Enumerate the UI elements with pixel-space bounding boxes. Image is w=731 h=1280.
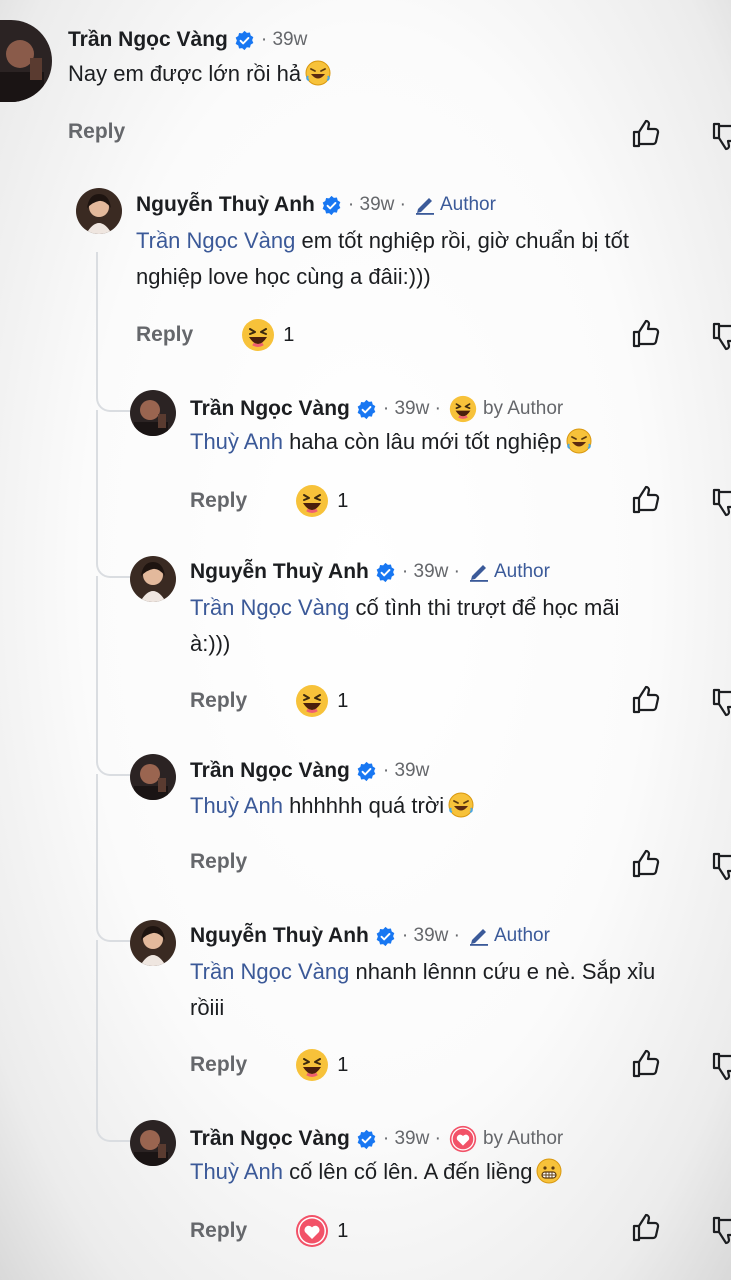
comment-text: Nay em được lớn rồi hả — [68, 61, 302, 86]
pencil-icon — [415, 198, 434, 215]
comment-author[interactable]: Trần Ngọc Vàng — [190, 1127, 350, 1151]
reacted-by-author: by Author — [449, 395, 563, 423]
thumbs-down-icon[interactable] — [710, 1050, 731, 1082]
avatar[interactable] — [130, 754, 176, 800]
comment-text: em tốt nghiệp rồi, giờ chuẩn bị tốt — [295, 228, 630, 253]
thumbs-up-icon[interactable] — [630, 848, 662, 880]
thumbs-up-icon[interactable] — [630, 118, 662, 150]
verified-badge-icon — [234, 30, 255, 51]
reaction-summary[interactable]: 1 — [295, 1214, 348, 1248]
haha-reaction-icon — [296, 485, 329, 517]
thread-line-reply-1 — [96, 252, 130, 412]
avatar[interactable] — [130, 556, 176, 602]
thumbs-up-icon[interactable] — [630, 484, 662, 516]
thumbs-up-icon[interactable] — [630, 318, 662, 350]
comment-time: · 39w · — [401, 925, 460, 946]
comment-text: cố lên cố lên. A đến liềng — [282, 1159, 533, 1184]
reaction-summary[interactable]: 1 — [241, 318, 294, 352]
verified-badge-icon — [375, 926, 396, 947]
thumbs-up-icon[interactable] — [630, 1048, 662, 1080]
comment-author[interactable]: Trần Ngọc Vàng — [190, 759, 350, 783]
comment-text: cố tình thi trượt để học mãi — [349, 595, 620, 620]
thread-line-reply-4 — [96, 774, 130, 942]
thumbs-down-icon[interactable] — [710, 1214, 731, 1246]
comment-text: nhanh lênnn cứu e nè. Sắp xỉu — [349, 959, 656, 984]
grimacing-emoji — [536, 1158, 562, 1184]
reply-button[interactable]: Reply — [190, 1219, 247, 1243]
reaction-count: 1 — [337, 1219, 349, 1242]
verified-badge-icon — [321, 195, 342, 216]
rolling-laughing-emoji — [305, 60, 331, 86]
comment-time: · 39w · — [347, 194, 406, 215]
haha-reaction-icon — [296, 1049, 329, 1081]
haha-reaction-icon — [296, 685, 329, 717]
haha-reaction-icon — [449, 395, 477, 423]
reaction-count: 1 — [283, 323, 295, 346]
reply-button[interactable]: Reply — [68, 120, 125, 144]
reaction-summary[interactable]: 1 — [295, 684, 348, 718]
verified-badge-icon — [375, 562, 396, 583]
verified-badge-icon — [356, 761, 377, 782]
reacted-by-author: by Author — [449, 1125, 563, 1153]
comment-time: · 39w — [382, 760, 430, 781]
haha-reaction-icon — [242, 319, 275, 351]
thumbs-down-icon[interactable] — [710, 120, 731, 152]
comment-text: haha còn lâu mới tốt nghiệp — [282, 429, 562, 454]
rolling-laughing-emoji — [448, 792, 474, 818]
mention-link[interactable]: Trần Ngọc Vàng — [190, 595, 349, 620]
mention-link[interactable]: Thuỳ Anh — [190, 793, 283, 818]
comment-author[interactable]: Nguyễn Thuỳ Anh — [190, 924, 369, 948]
author-badge: Author — [468, 561, 550, 583]
reaction-count: 1 — [337, 1053, 349, 1076]
thread-line-reply-5 — [96, 940, 130, 1142]
comment-text-line2: à:))) — [190, 631, 231, 656]
rolling-laughing-emoji — [566, 428, 592, 454]
pencil-icon — [469, 565, 488, 582]
thumbs-down-icon[interactable] — [710, 686, 731, 718]
pencil-icon — [469, 929, 488, 946]
verified-badge-icon — [356, 1129, 377, 1150]
reaction-count: 1 — [337, 689, 349, 712]
thumbs-down-icon[interactable] — [710, 850, 731, 882]
comment-time: · 39w — [260, 29, 308, 50]
mention-link[interactable]: Thuỳ Anh — [190, 429, 283, 454]
reply-button[interactable]: Reply — [190, 689, 247, 713]
reaction-summary[interactable]: 1 — [295, 1048, 348, 1082]
thumbs-down-icon[interactable] — [710, 320, 731, 352]
comment-time: · 39w · — [382, 1128, 441, 1149]
avatar[interactable] — [130, 920, 176, 966]
thumbs-down-icon[interactable] — [710, 486, 731, 518]
reply-button[interactable]: Reply — [136, 323, 193, 347]
reaction-count: 1 — [337, 489, 349, 512]
avatar[interactable] — [76, 188, 122, 234]
reply-button[interactable]: Reply — [190, 489, 247, 513]
avatar[interactable] — [0, 20, 52, 102]
comment-author[interactable]: Nguyễn Thuỳ Anh — [136, 193, 315, 217]
love-reaction-icon — [449, 1125, 477, 1153]
reply-button[interactable]: Reply — [190, 1053, 247, 1077]
author-badge: Author — [468, 925, 550, 947]
mention-link[interactable]: Trần Ngọc Vàng — [190, 959, 349, 984]
comment-author[interactable]: Nguyễn Thuỳ Anh — [190, 560, 369, 584]
reaction-summary[interactable]: 1 — [295, 484, 348, 518]
avatar[interactable] — [130, 390, 176, 436]
author-badge: Author — [414, 194, 496, 216]
comment-text: hhhhhh quá trời — [282, 793, 445, 818]
thread-line-reply-3 — [96, 576, 130, 776]
comment-text-line2: rồiii — [190, 995, 225, 1020]
mention-link[interactable]: Thuỳ Anh — [190, 1159, 283, 1184]
love-reaction-icon — [296, 1215, 329, 1247]
comment-time: · 39w · — [382, 398, 441, 419]
comment-author[interactable]: Trần Ngọc Vàng — [68, 28, 228, 52]
comment-time: · 39w · — [401, 561, 460, 582]
avatar[interactable] — [130, 1120, 176, 1166]
mention-link[interactable]: Trần Ngọc Vàng — [136, 228, 295, 253]
comment-author[interactable]: Trần Ngọc Vàng — [190, 397, 350, 421]
thumbs-up-icon[interactable] — [630, 1212, 662, 1244]
comment-text-line2: nghiệp love học cùng a đâii:))) — [136, 264, 431, 289]
thread-line-reply-2 — [96, 410, 130, 578]
thumbs-up-icon[interactable] — [630, 684, 662, 716]
verified-badge-icon — [356, 399, 377, 420]
reply-button[interactable]: Reply — [190, 850, 247, 874]
